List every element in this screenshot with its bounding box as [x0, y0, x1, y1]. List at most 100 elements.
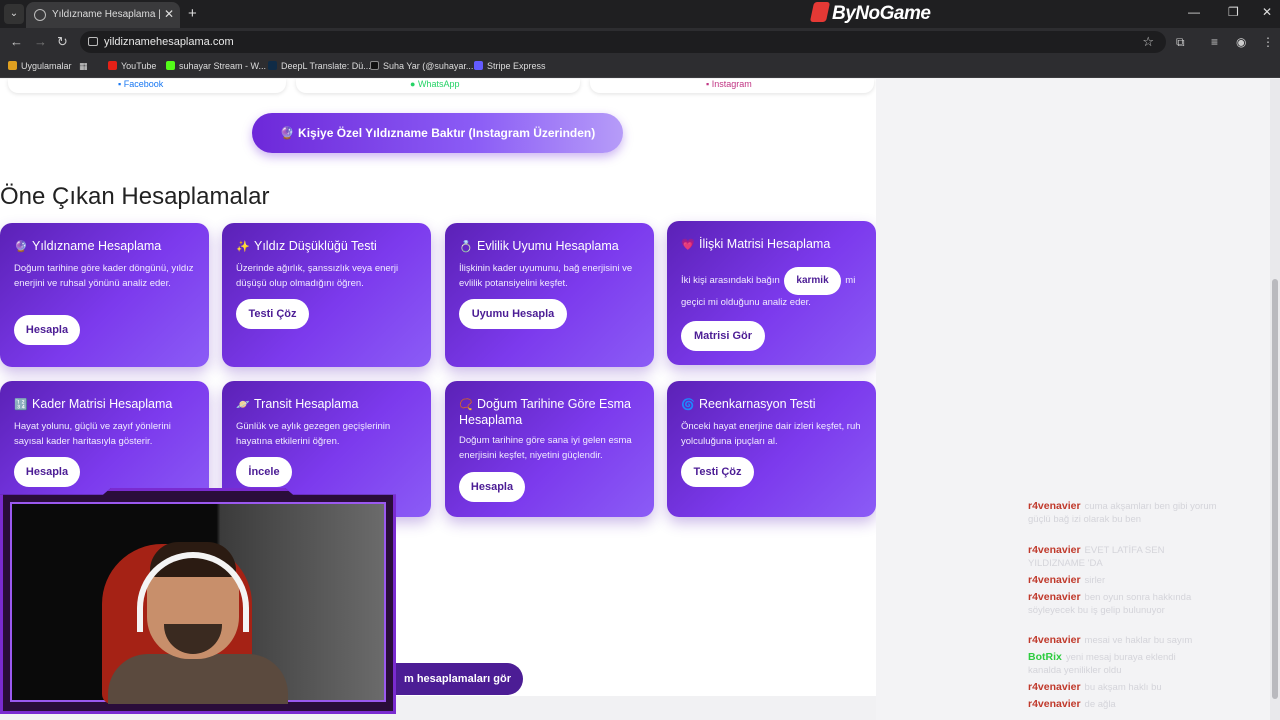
- menu-icon[interactable]: ⋮: [1262, 35, 1274, 49]
- card-title: 💍 Evlilik Uyumu Hesaplama: [459, 239, 619, 253]
- minimize-icon[interactable]: —: [1188, 5, 1200, 19]
- card-desc: Günlük ve aylık gezegen geçişlerinin hay…: [236, 421, 391, 447]
- bookmarks-bar: Uygulamalar ▦ YouTube suhayar Stream - W…: [0, 56, 1280, 78]
- prayer-beads-icon: 📿: [459, 399, 473, 411]
- forward-icon[interactable]: →: [34, 34, 47, 49]
- chat-message: r4venavier EVET LATİFA SEN: [1028, 544, 1165, 556]
- card-reenkarnasyon: 🌀 Reenkarnasyon Testi Önceki hayat enerji…: [667, 381, 876, 517]
- maximize-icon[interactable]: ❐: [1228, 5, 1239, 19]
- card-desc: Doğum tarihine göre kader döngünü, yıldı…: [14, 263, 194, 289]
- tab-search-dropdown-icon[interactable]: ⌄: [4, 4, 24, 24]
- grid-icon[interactable]: ▦: [79, 61, 88, 72]
- bookmark-star-icon[interactable]: ☆: [1142, 34, 1154, 50]
- view-matrix-button[interactable]: Matrisi Gör: [681, 321, 765, 351]
- extensions-icon[interactable]: ⧉: [1176, 35, 1185, 50]
- solve-test-button[interactable]: Testi Çöz: [681, 457, 754, 487]
- browser-tab-bar: ⌄ Yıldızname Hesaplama | Doğum ✕ + ByNoG…: [0, 0, 1280, 28]
- card-desc: Üzerinde ağırlık, şanssızlık veya enerji…: [236, 263, 399, 289]
- ring-icon: 💍: [459, 241, 473, 253]
- whatsapp-label[interactable]: ● WhatsApp: [410, 79, 459, 89]
- card-title: 🪐 Transit Hesaplama: [236, 397, 359, 411]
- card-desc: Doğum tarihine göre sana iyi gelen esma …: [459, 435, 632, 461]
- bookmark-youtube[interactable]: YouTube: [108, 61, 156, 71]
- tab-title: Yıldızname Hesaplama | Doğum: [52, 9, 160, 20]
- card-desc: İlişkinin kader uyumunu, bağ enerjisini …: [459, 263, 633, 289]
- card-title: ✨ Yıldız Düşüklüğü Testi: [236, 239, 377, 253]
- section-title: Öne Çıkan Hesaplamalar: [0, 183, 270, 210]
- bookmark-tiktok[interactable]: Suha Yar (@suhayar....: [370, 61, 476, 71]
- card-desc: İki kişi arasındaki bağın karmik mi geçi…: [681, 267, 871, 310]
- kick-icon: [166, 61, 175, 70]
- instagram-label[interactable]: ▪ Instagram: [706, 79, 752, 89]
- chat-message-cont: güçlü bağ izi olarak bu ben: [1028, 514, 1142, 525]
- back-icon[interactable]: ←: [10, 34, 23, 49]
- numbers-icon: 🔢: [14, 399, 28, 411]
- browser-tab[interactable]: Yıldızname Hesaplama | Doğum ✕: [26, 2, 180, 28]
- card-title: 💗 İlişki Matrisi Hesaplama: [681, 237, 831, 251]
- bynogame-logo: ByNoGame: [809, 2, 931, 25]
- inspect-button[interactable]: İncele: [236, 457, 292, 487]
- calculate-button[interactable]: Hesapla: [14, 315, 80, 345]
- tab-close-icon[interactable]: ✕: [164, 7, 174, 21]
- bookmark-stripe[interactable]: Stripe Express: [474, 61, 546, 71]
- deepl-icon: [268, 61, 277, 70]
- chat-message-cont: YILDIZNAME 'DA: [1028, 558, 1103, 569]
- globe-icon: [34, 9, 46, 21]
- media-controls-icon[interactable]: ≡: [1211, 35, 1218, 49]
- chat-message: r4venavier sirler: [1028, 574, 1106, 586]
- streamer-body: [108, 654, 288, 704]
- apps-icon: [8, 61, 17, 70]
- whatsapp-icon: ●: [410, 79, 418, 89]
- compatibility-button[interactable]: Uyumu Hesapla: [459, 299, 567, 329]
- youtube-icon: [108, 61, 117, 70]
- bookmark-kick[interactable]: suhayar Stream - W...: [166, 61, 266, 71]
- url-text[interactable]: yildiznamehesaplama.com: [104, 36, 234, 48]
- calculate-button[interactable]: Hesapla: [14, 457, 80, 487]
- sparkles-icon: ✨: [236, 241, 250, 253]
- instagram-reading-button[interactable]: 🔮 Kişiye Özel Yıldızname Baktır (Instagr…: [252, 113, 623, 153]
- card-desc: Hayat yolunu, güçlü ve zayıf yönlerini s…: [14, 421, 171, 447]
- share-facebook-card[interactable]: ▪ Facebook: [8, 79, 286, 93]
- heart-icon: 💗: [681, 239, 695, 251]
- card-title: 🔮 Yıldızname Hesaplama: [14, 239, 162, 253]
- tiktok-icon: [370, 61, 379, 70]
- crystal-ball-icon: 🔮: [14, 241, 28, 253]
- bookmark-apps[interactable]: Uygulamalar: [8, 61, 72, 71]
- share-instagram-card[interactable]: ▪ Instagram: [590, 79, 874, 93]
- spiral-icon: 🌀: [681, 399, 695, 411]
- chat-message: r4venavier ben oyun sonra hakkında: [1028, 591, 1192, 603]
- bynogame-logo-text: ByNoGame: [832, 3, 931, 24]
- chat-message: r4venavier mesai ve haklar bu sayım: [1028, 634, 1193, 646]
- close-window-icon[interactable]: ✕: [1262, 5, 1272, 19]
- page-scrollbar[interactable]: [1270, 79, 1280, 720]
- webcam-overlay: [0, 488, 396, 714]
- chat-message: r4venavier cuma akşamları ben gibi yorum: [1028, 500, 1217, 512]
- facebook-label[interactable]: ▪ Facebook: [118, 79, 163, 89]
- card-title: 📿 Doğum Tarihine Göre Esma Hesaplama: [459, 397, 632, 427]
- new-tab-button[interactable]: +: [188, 5, 197, 22]
- solve-test-button[interactable]: Testi Çöz: [236, 299, 309, 329]
- calculate-button[interactable]: Hesapla: [459, 472, 525, 502]
- address-bar[interactable]: yildiznamehesaplama.com ☆: [80, 31, 1166, 53]
- card-iliski-matrisi: 💗 İlişki Matrisi Hesaplama İki kişi arası…: [667, 221, 876, 365]
- karmik-highlight: karmik: [784, 267, 841, 295]
- card-title: 🌀 Reenkarnasyon Testi: [681, 397, 816, 411]
- page-right-background: [876, 79, 1270, 720]
- card-title: 🔢 Kader Matrisi Hesaplama: [14, 397, 173, 411]
- card-desc: Önceki hayat enerjine dair izleri keşfet…: [681, 421, 861, 447]
- stripe-icon: [474, 61, 483, 70]
- address-bar-row: ← → ↻ yildiznamehesaplama.com ☆ ⧉ ≡ ◉ ⋮: [0, 28, 1280, 56]
- chat-message: r4venavier bu akşam haklı bu: [1028, 681, 1162, 693]
- scrollbar-thumb[interactable]: [1272, 279, 1278, 699]
- card-yildizname: 🔮 Yıldızname Hesaplama Doğum tarihine gör…: [0, 223, 209, 367]
- bookmark-deepl[interactable]: DeepL Translate: Dü...: [268, 61, 371, 71]
- chat-message-cont: kanalda yenilikler oldu: [1028, 665, 1122, 676]
- reload-icon[interactable]: ↻: [57, 34, 68, 50]
- planet-icon: 🪐: [236, 399, 250, 411]
- view-all-calculations-button[interactable]: m hesaplamaları gör: [380, 663, 523, 695]
- chat-message: BotRix yeni mesaj buraya eklendi: [1028, 651, 1176, 663]
- site-info-icon[interactable]: [88, 37, 98, 46]
- profile-icon[interactable]: ◉: [1236, 35, 1246, 49]
- share-whatsapp-card[interactable]: ● WhatsApp: [296, 79, 580, 93]
- webcam-video: [10, 502, 386, 704]
